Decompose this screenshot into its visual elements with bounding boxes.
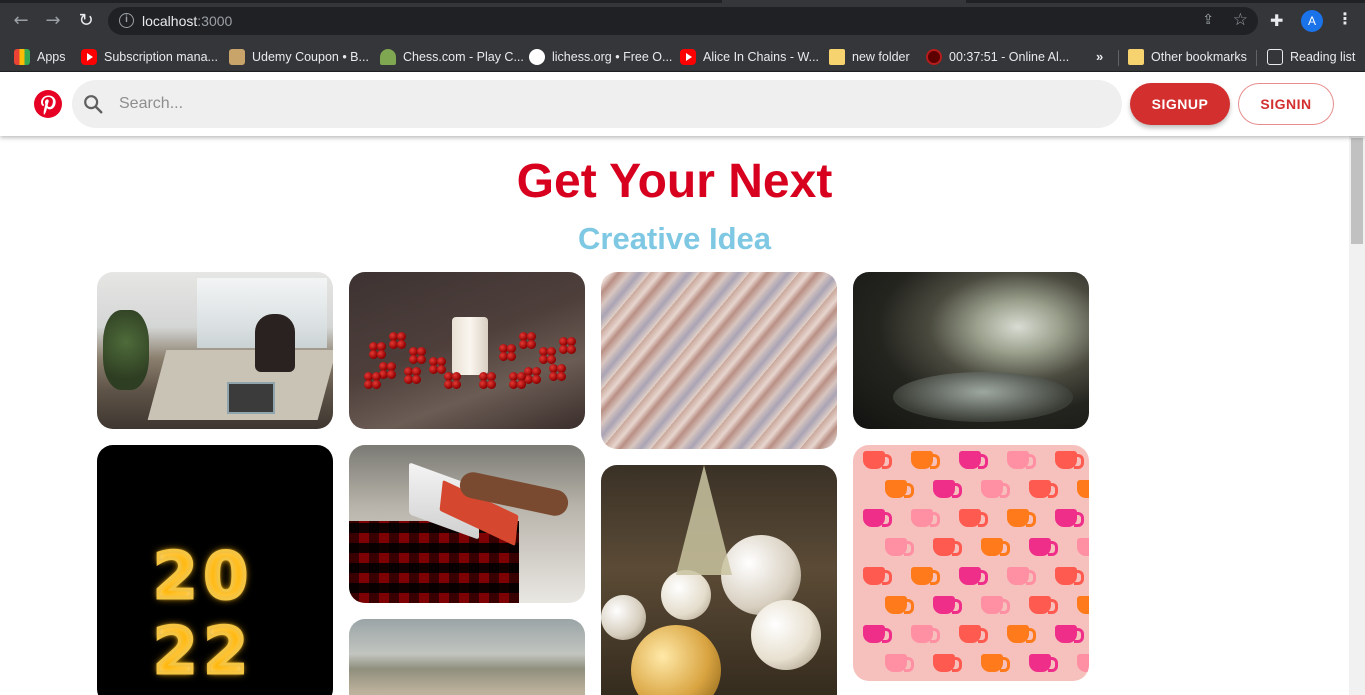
url-text[interactable]: localhost:3000 [142,13,232,29]
bookmarks-divider [1118,50,1119,66]
bookmarks-bar: Apps Subscription mana... Udemy Coupon •… [0,42,1365,72]
hero-title: Get Your Next [516,155,833,208]
site-info-icon[interactable]: i [119,13,134,28]
pin-christmas-ornaments[interactable] [601,465,837,695]
reading-list-icon [1267,49,1283,65]
signup-button[interactable]: SIGNUP [1130,83,1230,125]
pin-cave-landscape[interactable] [853,272,1089,429]
back-arrow-icon[interactable]: ← [10,10,32,32]
bookmark-apps[interactable]: Apps [14,46,66,68]
bookmark-lichess[interactable]: lichess.org • Free O... [529,46,672,68]
bookmark-new-folder[interactable]: new folder [829,46,910,68]
page-scrollbar[interactable] [1349,136,1365,695]
search-input[interactable] [119,92,1099,116]
bookmark-subscription[interactable]: Subscription mana... [81,46,218,68]
youtube-icon [680,49,696,65]
forward-arrow-icon[interactable]: → [42,10,64,32]
profile-avatar[interactable]: A [1301,10,1323,32]
folder-icon [829,49,845,65]
extensions-puzzle-icon[interactable]: ✚ [1270,11,1283,30]
bookmark-chess[interactable]: Chess.com - Play C... [380,46,524,68]
bookmark-udemy[interactable]: Udemy Coupon • B... [229,46,369,68]
share-icon[interactable]: ⇪ [1202,12,1214,28]
search-bar [72,80,1122,128]
pin-pink-cups-pattern[interactable] [853,445,1089,681]
menu-kebab-icon[interactable]: ⋮ [1337,9,1353,28]
hero-subtitle: Creative Idea [578,221,771,256]
youtube-icon [81,49,97,65]
reading-list[interactable]: Reading list [1267,46,1355,68]
sparkler-text-top: 20 [151,539,255,616]
folder-icon [1128,49,1144,65]
bookmark-online-alarm[interactable]: 00:37:51 - Online Al... [926,46,1069,68]
scrollbar-thumb[interactable] [1351,138,1363,244]
bookmark-other[interactable]: Other bookmarks [1128,46,1247,68]
bookmarks-divider [1256,50,1257,66]
pin-sparkler-2022[interactable]: 20 22 [97,445,333,695]
address-bar[interactable]: i localhost:3000 ⇪ ☆ [108,7,1258,35]
pin-red-berries-candle[interactable] [349,272,585,429]
bookmark-alice-in-chains[interactable]: Alice In Chains - W... [680,46,819,68]
apps-grid-icon [14,49,30,65]
search-icon [84,95,103,114]
main-content: Get Your Next Creative Idea 20 22 [0,136,1349,695]
sparkler-text-bottom: 22 [151,614,255,691]
udemy-icon [229,49,245,65]
bookmarks-overflow-icon[interactable]: » [1096,49,1103,64]
app-header: SIGNUP SIGNIN [0,72,1365,136]
lichess-icon [529,49,545,65]
chess-pawn-icon [380,49,396,65]
pin-textured-surface[interactable] [601,272,837,449]
bookmark-star-icon[interactable]: ☆ [1233,10,1248,30]
signin-button[interactable]: SIGNIN [1238,83,1334,125]
browser-toolbar: ← → ↻ i localhost:3000 ⇪ ☆ ✚ A ⋮ [0,0,1365,42]
pin-office-meeting[interactable] [97,272,333,429]
pinterest-logo-icon[interactable] [34,90,62,118]
pin-desert-hills[interactable] [349,619,585,695]
pin-laptop-on-blanket[interactable] [349,445,585,603]
reload-icon[interactable]: ↻ [75,10,97,32]
clock-icon [926,49,942,65]
